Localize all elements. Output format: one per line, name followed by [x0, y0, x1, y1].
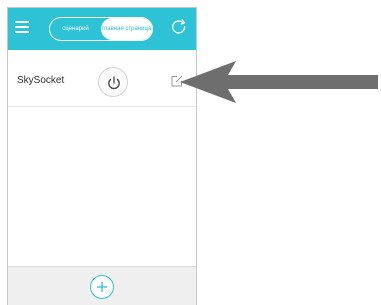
pointer-arrow	[180, 61, 378, 103]
plus-icon	[97, 282, 107, 292]
add-device-button[interactable]	[90, 275, 114, 299]
device-name: SkySocket	[17, 75, 65, 86]
bottom-bar	[8, 266, 196, 305]
app-screen: сценарий главная страница SkySocket	[7, 7, 197, 305]
power-button[interactable]	[98, 67, 128, 97]
power-icon	[108, 76, 120, 90]
menu-icon[interactable]	[15, 21, 29, 33]
device-row[interactable]: SkySocket	[8, 57, 196, 107]
tab-scenario[interactable]: сценарий	[50, 18, 101, 40]
tab-home[interactable]: главная страница	[101, 18, 152, 40]
app-header: сценарий главная страница	[8, 8, 196, 50]
refresh-icon[interactable]	[171, 19, 188, 36]
view-switcher: сценарий главная страница	[49, 17, 153, 41]
